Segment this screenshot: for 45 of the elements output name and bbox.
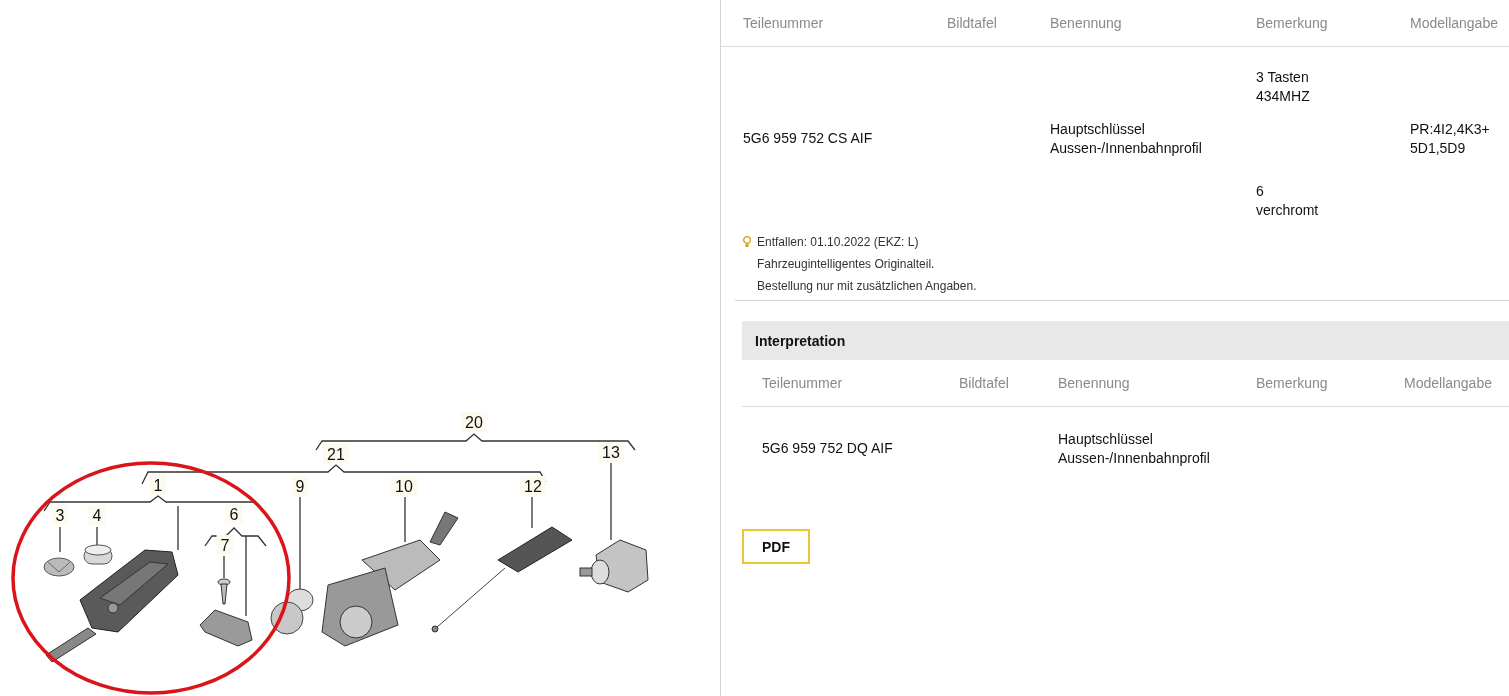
callout-number: 10 — [391, 476, 417, 496]
table-cell-text: 6 verchromt — [1256, 182, 1320, 220]
leader-line — [404, 496, 406, 543]
callout-number: 13 — [598, 442, 624, 462]
table-cell-text: 5G6 959 752 DQ AIF — [762, 439, 894, 458]
callout-number: 12 — [520, 476, 546, 496]
leader-line — [223, 555, 225, 579]
table-cell-text: PR:4I2,4K3+ 5D1,5D9 — [1410, 119, 1491, 158]
column-header: Bildtafel — [959, 375, 1010, 391]
callout-number: 3 — [51, 505, 69, 525]
table-cell-text: Hauptschlüssel Aussen-/Innenbahnprofil — [1050, 119, 1203, 158]
section-title: Interpretation — [742, 321, 1509, 360]
callout-number: 7 — [216, 535, 234, 555]
plug-drawing — [270, 588, 314, 635]
screw-drawing — [217, 578, 231, 605]
callout-number: 1 — [149, 475, 167, 495]
lightbulb-icon — [743, 236, 751, 248]
note-text: Entfallen: 01.10.2022 (EKZ: L) — [757, 234, 919, 250]
table-cell-text: 3 Tasten 434MHZ — [1256, 68, 1311, 106]
callout-number: 6 — [225, 504, 243, 524]
column-header: Benennung — [1058, 375, 1131, 391]
note-text: Bestellung nur mit zusätzlichen Angaben. — [757, 278, 977, 294]
table-cell-text: 5G6 959 752 CS AIF — [743, 129, 874, 148]
leader-line — [531, 496, 533, 529]
column-header: Bemerkung — [1256, 375, 1329, 391]
emblem-drawing — [43, 557, 75, 577]
table-cell-text: Hauptschlüssel Aussen-/Innenbahnprofil — [1058, 429, 1211, 468]
pdf-button[interactable]: PDF — [742, 529, 810, 564]
callout-number: 20 — [461, 412, 487, 432]
callout-number: 4 — [88, 505, 106, 525]
column-header: Benennung — [1050, 15, 1123, 31]
cover-drawing — [199, 609, 253, 647]
battery-drawing — [83, 544, 113, 565]
column-header: Teilenummer — [762, 375, 844, 391]
leader-line — [177, 505, 179, 551]
door-cylinder-drawing — [579, 539, 649, 593]
leader-line — [59, 526, 61, 553]
column-header: Bildtafel — [947, 15, 998, 31]
column-header: Teilenummer — [743, 15, 825, 31]
column-header: Modellangabe — [1410, 15, 1499, 31]
column-header: Modellangabe — [1404, 375, 1493, 391]
callout-number: 9 — [291, 476, 309, 496]
note-text: Fahrzeugintelligentes Originalteil. — [757, 256, 935, 272]
callout-number: 21 — [323, 444, 349, 464]
column-header: Bemerkung — [1256, 15, 1329, 31]
